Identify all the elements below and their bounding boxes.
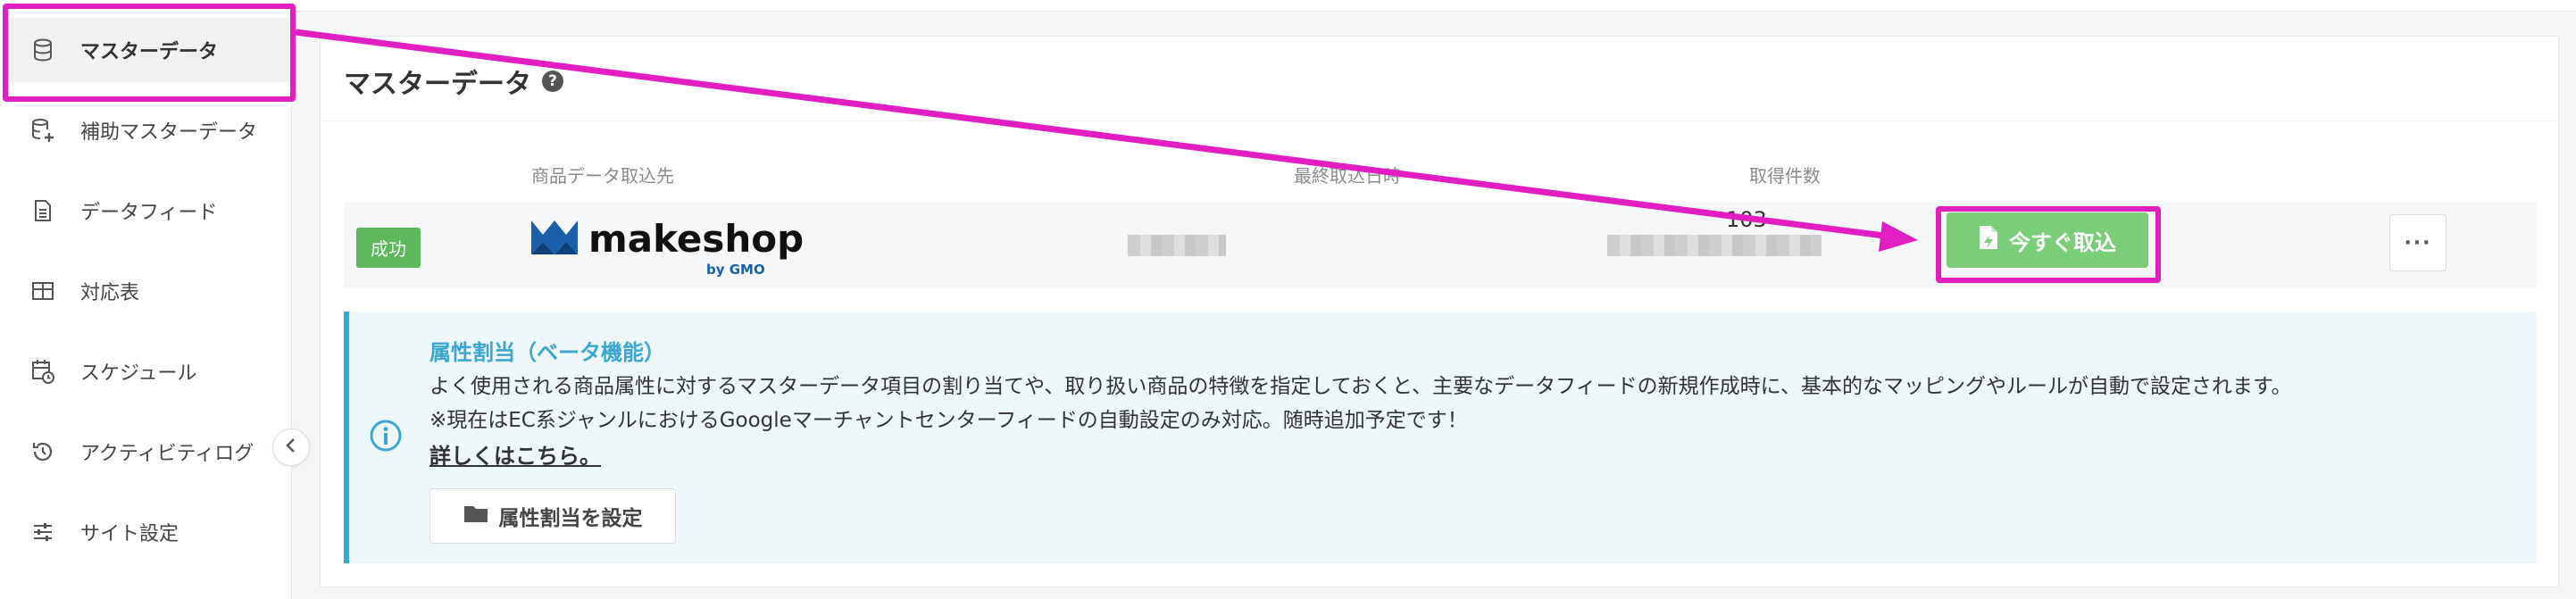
annotation-arrow	[295, 29, 1918, 252]
